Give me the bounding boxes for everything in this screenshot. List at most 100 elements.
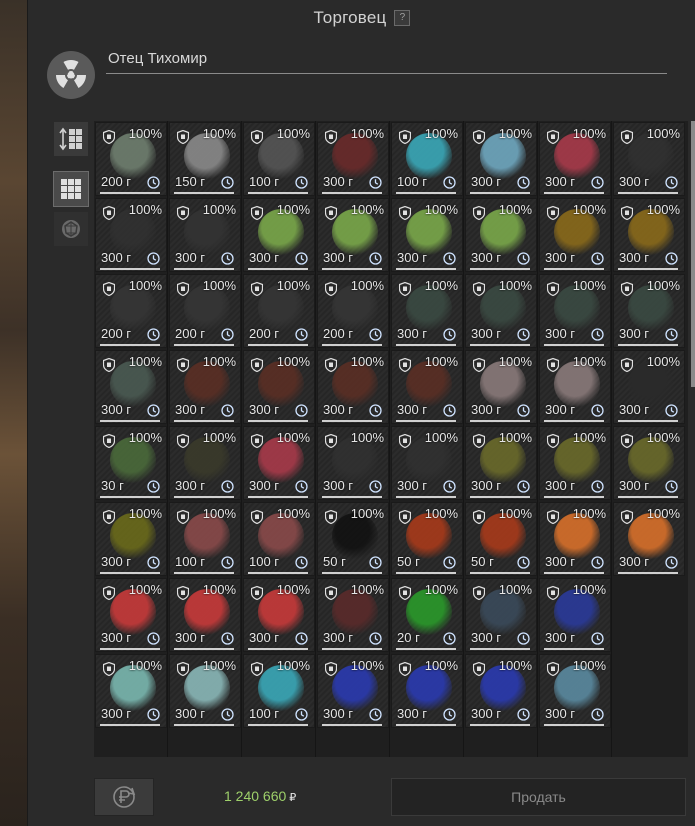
inventory-slot[interactable]: 100% 300 г — [539, 502, 611, 576]
item-weight: 200 г — [175, 326, 206, 341]
inventory-slot[interactable]: 100% 300 г — [317, 122, 389, 196]
inventory-slot[interactable]: 100% 300 г — [95, 578, 167, 652]
inventory-slot[interactable]: 100% 300 г — [243, 198, 315, 272]
item-condition: 100% — [202, 430, 236, 445]
inventory-slot[interactable]: 100% 300 г — [613, 274, 685, 348]
grid-view-button[interactable] — [53, 171, 89, 207]
item-weight: 300 г — [471, 706, 502, 721]
ruble-refresh-icon — [113, 786, 136, 808]
condition-bar — [618, 268, 678, 270]
inventory-slot[interactable]: 100% 50 г — [317, 502, 389, 576]
inventory-slot[interactable]: 100% 300 г — [613, 426, 685, 500]
inventory-slot[interactable]: 100% 100 г — [169, 502, 241, 576]
inventory-slot[interactable]: 100% 50 г — [391, 502, 463, 576]
inventory-slot[interactable]: 100% 200 г — [317, 274, 389, 348]
inventory-slot[interactable]: 100% 300 г — [317, 350, 389, 424]
inventory-slot[interactable]: 100% 300 г — [169, 350, 241, 424]
item-condition: 100% — [646, 506, 680, 521]
clock-icon — [221, 708, 234, 721]
condition-bar — [174, 724, 234, 726]
condition-bar — [100, 496, 160, 498]
inventory-slot[interactable]: 100% 300 г — [95, 654, 167, 728]
inventory-slot[interactable]: 100% 300 г — [243, 350, 315, 424]
item-weight: 300 г — [175, 630, 206, 645]
clock-icon — [591, 176, 604, 189]
inventory-slot[interactable]: 100% 300 г — [539, 274, 611, 348]
inventory-slot[interactable]: 100% 300 г — [391, 654, 463, 728]
inventory-slot[interactable]: 100% 300 г — [95, 502, 167, 576]
inventory-slot[interactable]: 100% 300 г — [613, 350, 685, 424]
inventory-slot[interactable]: 100% 300 г — [95, 350, 167, 424]
inventory-slot[interactable]: 100% 300 г — [169, 578, 241, 652]
condition-bar — [396, 496, 456, 498]
inventory-slot[interactable]: 100% 200 г — [169, 274, 241, 348]
item-condition: 100% — [424, 506, 458, 521]
inventory-slot[interactable]: 100% 300 г — [243, 426, 315, 500]
inventory-slot[interactable]: 100% 300 г — [391, 198, 463, 272]
inventory-slot[interactable]: 100% 300 г — [539, 122, 611, 196]
artifact-filter-button[interactable] — [53, 211, 89, 247]
inventory-slot[interactable]: 100% 300 г — [95, 198, 167, 272]
clock-icon — [443, 328, 456, 341]
inventory-slot[interactable]: 100% 100 г — [243, 502, 315, 576]
inventory-slot[interactable]: 100% 100 г — [391, 122, 463, 196]
inventory-slot[interactable]: 100% 300 г — [317, 426, 389, 500]
item-condition: 100% — [572, 658, 606, 673]
item-weight: 50 г — [323, 554, 346, 569]
item-condition: 100% — [646, 278, 680, 293]
inventory-scrollbar[interactable] — [691, 121, 695, 387]
inventory-slot[interactable]: 100% 300 г — [465, 578, 537, 652]
inventory-slot[interactable]: 100% 300 г — [539, 426, 611, 500]
inventory-slot[interactable]: 100% 300 г — [391, 350, 463, 424]
inventory-slot[interactable]: 100% 300 г — [317, 578, 389, 652]
inventory-slot[interactable]: 100% 300 г — [539, 578, 611, 652]
item-condition: 100% — [350, 582, 384, 597]
item-condition: 100% — [498, 354, 532, 369]
inventory-slot[interactable]: 100% 300 г — [169, 198, 241, 272]
grid-column-divider — [315, 121, 316, 757]
inventory-slot[interactable]: 100% 300 г — [613, 198, 685, 272]
inventory-slot[interactable]: 100% 300 г — [169, 426, 241, 500]
inventory-slot[interactable]: 100% 300 г — [539, 198, 611, 272]
inventory-slot[interactable]: 100% 50 г — [465, 502, 537, 576]
inventory-slot[interactable]: 100% 300 г — [539, 350, 611, 424]
help-button[interactable]: ? — [394, 10, 411, 26]
condition-bar — [618, 496, 678, 498]
sell-button[interactable]: Продать — [391, 778, 686, 816]
item-weight: 300 г — [101, 554, 132, 569]
inventory-slot[interactable]: 100% 200 г — [243, 274, 315, 348]
inventory-slot[interactable]: 100% 300 г — [391, 426, 463, 500]
inventory-slot[interactable]: 100% 300 г — [613, 502, 685, 576]
item-weight: 300 г — [175, 402, 206, 417]
inventory-slot[interactable]: 100% 300 г — [465, 274, 537, 348]
inventory-slot[interactable]: 100% 300 г — [243, 578, 315, 652]
condition-bar — [322, 420, 382, 422]
inventory-slot[interactable]: 100% 300 г — [465, 122, 537, 196]
inventory-slot[interactable]: 100% 300 г — [317, 654, 389, 728]
exchange-button[interactable] — [94, 778, 154, 816]
item-condition: 100% — [276, 126, 310, 141]
condition-bar — [396, 344, 456, 346]
inventory-slot[interactable]: 100% 30 г — [95, 426, 167, 500]
inventory-slot[interactable]: 100% 300 г — [391, 274, 463, 348]
clock-icon — [147, 708, 160, 721]
sort-button[interactable] — [53, 121, 89, 157]
inventory-slot[interactable]: 100% 300 г — [465, 198, 537, 272]
inventory-slot[interactable]: 100% 300 г — [317, 198, 389, 272]
inventory-slot[interactable]: 100% 300 г — [539, 654, 611, 728]
shield-icon — [102, 585, 116, 601]
inventory-slot[interactable]: 100% 20 г — [391, 578, 463, 652]
trader-window: Торговец ? Отец Тихомир 100% 200 г 100% … — [27, 0, 695, 826]
inventory-slot[interactable]: 100% 300 г — [465, 350, 537, 424]
inventory-slot[interactable]: 100% 150 г — [169, 122, 241, 196]
item-weight: 300 г — [101, 402, 132, 417]
inventory-slot[interactable]: 100% 300 г — [613, 122, 685, 196]
inventory-slot[interactable]: 100% 300 г — [465, 426, 537, 500]
condition-bar — [248, 572, 308, 574]
inventory-slot[interactable]: 100% 100 г — [243, 654, 315, 728]
inventory-slot[interactable]: 100% 200 г — [95, 274, 167, 348]
inventory-slot[interactable]: 100% 300 г — [465, 654, 537, 728]
inventory-slot[interactable]: 100% 200 г — [95, 122, 167, 196]
inventory-slot[interactable]: 100% 300 г — [169, 654, 241, 728]
inventory-slot[interactable]: 100% 100 г — [243, 122, 315, 196]
